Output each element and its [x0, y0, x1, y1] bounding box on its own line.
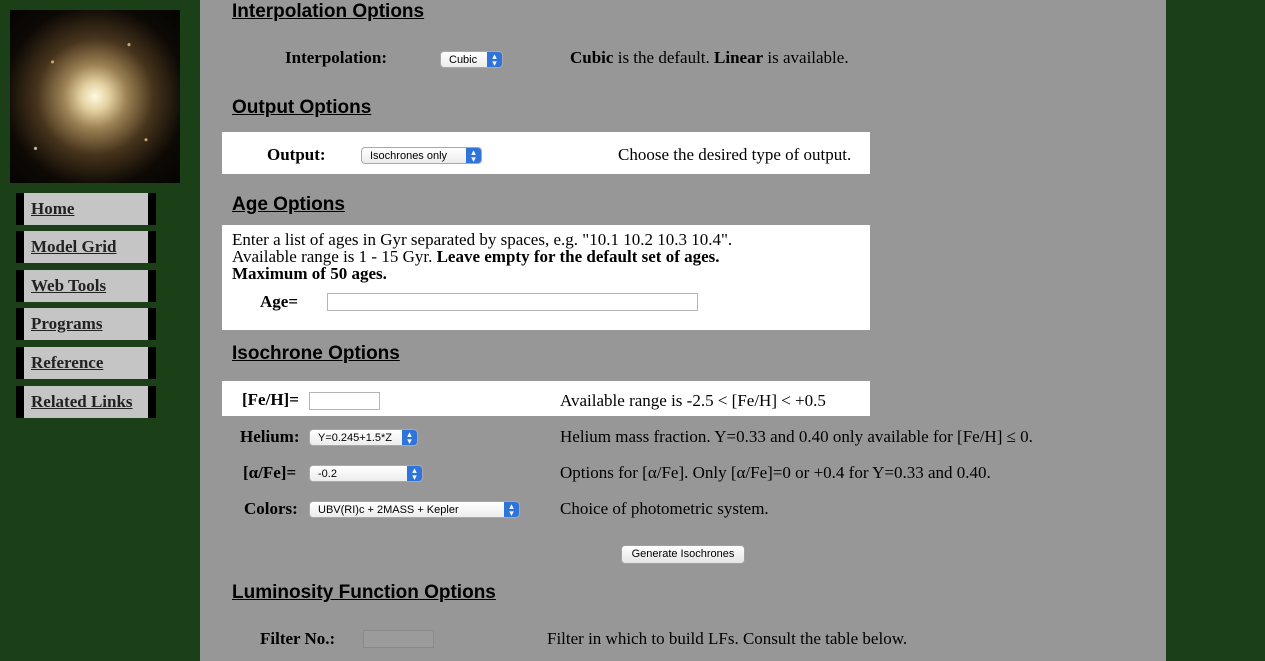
interpolation-desc-cubic: Cubic	[570, 48, 614, 67]
helium-label: Helium:	[240, 427, 300, 446]
output-select-value: Isochrones only	[370, 150, 448, 162]
filter-description: Filter in which to build LFs. Consult th…	[547, 629, 908, 648]
age-instructions-line2: Available range is 1 - 15 Gyr. Leave emp…	[232, 248, 732, 265]
filter-label: Filter No.:	[260, 629, 336, 648]
interpolation-select-value: Cubic	[449, 54, 478, 66]
select-arrows-icon: ▴ ▾	[402, 430, 417, 446]
main-panel: Interpolation Options Interpolation: Cub…	[200, 0, 1166, 661]
output-row: Output: Isochrones only ▴ ▾ Choose the de…	[222, 132, 870, 174]
age-heading: Age Options	[232, 194, 345, 215]
lf-heading: Luminosity Function Options	[232, 582, 496, 603]
select-arrows-icon: ▴ ▾	[466, 148, 481, 164]
nav-item-related-links[interactable]: Related Links	[16, 386, 156, 418]
age-label: Age=	[260, 292, 299, 311]
nav-link-model-grid[interactable]: Model Grid	[31, 237, 116, 257]
age-default-note: Leave empty for the default set of ages.	[436, 247, 720, 266]
feh-input[interactable]	[309, 392, 380, 410]
output-heading: Output Options	[232, 97, 372, 118]
output-select[interactable]: Isochrones only ▴ ▾	[361, 147, 482, 164]
alpha-fe-label: [α/Fe]=	[243, 463, 297, 482]
select-arrows-icon: ▴ ▾	[504, 502, 519, 518]
nav-link-web-tools[interactable]: Web Tools	[31, 276, 106, 296]
age-instructions: Enter a list of ages in Gyr separated by…	[232, 231, 732, 282]
colors-description: Choice of photometric system.	[560, 499, 769, 518]
interpolation-select[interactable]: Cubic ▴ ▾	[440, 51, 503, 68]
isochrone-heading: Isochrone Options	[232, 343, 400, 364]
age-instructions-line1: Enter a list of ages in Gyr separated by…	[232, 230, 733, 249]
alpha-fe-select-value: -0.2	[318, 468, 337, 480]
nav-item-home[interactable]: Home	[16, 193, 156, 225]
interpolation-desc-text1: is the default.	[613, 48, 715, 67]
interpolation-heading: Interpolation Options	[232, 1, 425, 22]
nav-item-model-grid[interactable]: Model Grid	[16, 231, 156, 263]
helium-select[interactable]: Y=0.245+1.5*Z ▴ ▾	[309, 429, 418, 446]
helium-select-value: Y=0.245+1.5*Z	[318, 432, 393, 444]
interpolation-desc-linear: Linear	[714, 48, 764, 67]
age-max-note: Maximum of 50 ages.	[232, 264, 387, 283]
colors-label: Colors:	[244, 499, 298, 518]
nav-link-programs[interactable]: Programs	[31, 314, 102, 334]
output-description: Choose the desired type of output.	[618, 145, 852, 164]
generate-isochrones-button[interactable]: Generate Isochrones	[621, 545, 745, 564]
interpolation-description: Cubic is the default. Linear is availabl…	[570, 48, 849, 68]
select-arrows-icon: ▴ ▾	[487, 52, 502, 68]
cluster-image	[10, 10, 180, 183]
nav-item-reference[interactable]: Reference	[16, 347, 156, 379]
feh-row: [Fe/H]= Available range is -2.5 < [Fe/H]…	[222, 381, 870, 416]
interpolation-label: Interpolation:	[285, 48, 387, 67]
nav-link-related-links[interactable]: Related Links	[31, 392, 133, 412]
feh-label: [Fe/H]=	[242, 390, 299, 409]
age-input[interactable]	[327, 293, 698, 311]
colors-select-value: UBV(RI)c + 2MASS + Kepler	[318, 504, 459, 516]
filter-input[interactable]	[363, 630, 434, 648]
nav-link-home[interactable]: Home	[31, 199, 74, 219]
nav-item-web-tools[interactable]: Web Tools	[16, 270, 156, 302]
age-box: Enter a list of ages in Gyr separated by…	[222, 225, 870, 330]
output-label: Output:	[267, 145, 326, 164]
feh-description: Available range is -2.5 < [Fe/H] < +0.5	[560, 391, 826, 410]
nav-link-reference[interactable]: Reference	[31, 353, 103, 373]
alpha-fe-description: Options for [α/Fe]. Only [α/Fe]=0 or +0.…	[560, 463, 991, 482]
helium-description: Helium mass fraction. Y=0.33 and 0.40 on…	[560, 427, 1033, 446]
select-arrows-icon: ▴ ▾	[407, 466, 422, 482]
nav-item-programs[interactable]: Programs	[16, 308, 156, 340]
alpha-fe-select[interactable]: -0.2 ▴ ▾	[309, 465, 423, 482]
interpolation-desc-text2: is available.	[763, 48, 849, 67]
colors-select[interactable]: UBV(RI)c + 2MASS + Kepler ▴ ▾	[309, 501, 520, 518]
